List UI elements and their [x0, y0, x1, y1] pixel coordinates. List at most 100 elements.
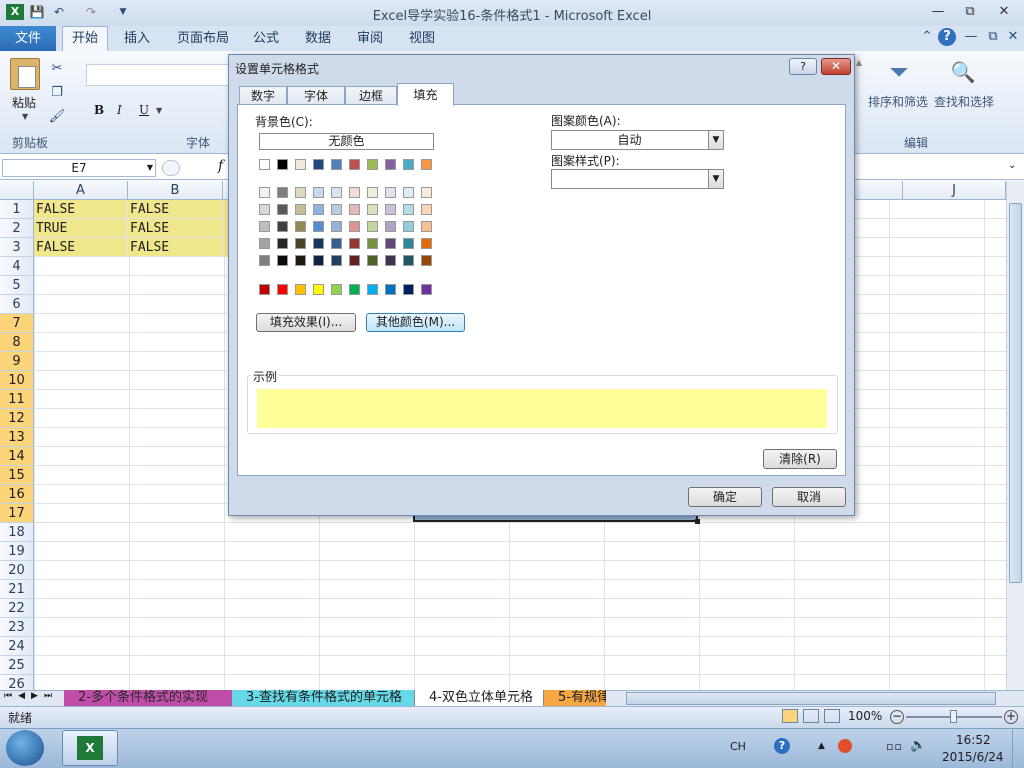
- find-select-icon[interactable]: 🔍: [948, 58, 978, 86]
- color-swatch[interactable]: [385, 204, 396, 215]
- ribbon-close-icon[interactable]: ✕: [1004, 28, 1022, 46]
- format-painter-icon[interactable]: 🖌: [48, 108, 66, 126]
- color-swatch[interactable]: [367, 238, 378, 249]
- color-swatch[interactable]: [385, 221, 396, 232]
- row-header-7[interactable]: 7: [0, 314, 34, 333]
- color-swatch[interactable]: [259, 255, 270, 266]
- sheet-tab-2[interactable]: 2-多个条件格式的实现: [64, 690, 232, 706]
- color-swatch[interactable]: [349, 204, 360, 215]
- font-name-combo[interactable]: [86, 64, 236, 86]
- more-colors-button[interactable]: 其他颜色(M)...: [366, 313, 465, 332]
- windows-start-icon[interactable]: [6, 730, 44, 766]
- color-swatch[interactable]: [367, 187, 378, 198]
- color-swatch[interactable]: [277, 204, 288, 215]
- color-swatch[interactable]: [421, 159, 432, 170]
- row-header-16[interactable]: 16: [0, 485, 34, 504]
- select-all-corner[interactable]: [0, 181, 34, 200]
- color-swatch[interactable]: [403, 204, 414, 215]
- row-header-23[interactable]: 23: [0, 618, 34, 637]
- cut-icon[interactable]: ✂: [48, 60, 66, 78]
- row-header-14[interactable]: 14: [0, 447, 34, 466]
- name-box-dropdown-icon[interactable]: ▼: [147, 160, 153, 176]
- color-swatch[interactable]: [349, 284, 360, 295]
- color-swatch[interactable]: [295, 159, 306, 170]
- bold-button[interactable]: B: [94, 103, 104, 117]
- clock-time[interactable]: 16:52: [956, 733, 991, 747]
- zoom-slider-thumb[interactable]: [950, 710, 957, 723]
- clear-button[interactable]: 清除(R): [763, 449, 837, 469]
- formula-bar-splitter[interactable]: [162, 160, 180, 176]
- paste-icon[interactable]: [10, 58, 40, 90]
- row-header-19[interactable]: 19: [0, 542, 34, 561]
- color-swatch[interactable]: [313, 238, 324, 249]
- paste-label[interactable]: 粘贴: [12, 94, 36, 111]
- italic-button[interactable]: I: [117, 103, 122, 117]
- sheet-nav-icon[interactable]: ⏮◀▶⏭: [4, 691, 58, 701]
- color-swatch[interactable]: [331, 159, 342, 170]
- selected-range-outline[interactable]: [413, 516, 698, 522]
- chevron-down-icon[interactable]: ▼: [708, 131, 723, 149]
- no-color-button[interactable]: 无颜色: [259, 133, 434, 150]
- save-icon[interactable]: 💾: [28, 4, 46, 20]
- cell-b3[interactable]: FALSE: [128, 238, 223, 257]
- row-header-6[interactable]: 6: [0, 295, 34, 314]
- fill-handle[interactable]: [695, 519, 700, 524]
- page-break-view-icon[interactable]: [824, 709, 840, 723]
- row-header-21[interactable]: 21: [0, 580, 34, 599]
- color-swatch[interactable]: [421, 204, 432, 215]
- horizontal-scrollbar[interactable]: [626, 692, 996, 705]
- color-swatch[interactable]: [277, 238, 288, 249]
- color-swatch[interactable]: [367, 204, 378, 215]
- row-header-12[interactable]: 12: [0, 409, 34, 428]
- chevron-down-icon[interactable]: ▼: [708, 170, 723, 188]
- tab-review[interactable]: 审阅: [357, 30, 383, 48]
- ribbon-restore-icon[interactable]: ⧉: [984, 28, 1002, 46]
- row-header-18[interactable]: 18: [0, 523, 34, 542]
- sheet-tab-3[interactable]: 3-查找有条件格式的单元格: [232, 690, 414, 706]
- color-swatch[interactable]: [313, 255, 324, 266]
- tab-page-layout[interactable]: 页面布局: [177, 30, 229, 48]
- color-swatch[interactable]: [367, 221, 378, 232]
- fill-effects-button[interactable]: 填充效果(I)...: [256, 313, 356, 332]
- color-swatch[interactable]: [403, 159, 414, 170]
- dialog-help-button[interactable]: ?: [789, 58, 817, 75]
- row-header-13[interactable]: 13: [0, 428, 34, 447]
- color-swatch[interactable]: [367, 255, 378, 266]
- color-swatch[interactable]: [403, 187, 414, 198]
- sort-filter-label[interactable]: 排序和筛选: [868, 93, 928, 110]
- color-swatch[interactable]: [403, 238, 414, 249]
- row-header-5[interactable]: 5: [0, 276, 34, 295]
- ok-button[interactable]: 确定: [688, 487, 762, 507]
- pattern-style-dropdown[interactable]: ▼: [551, 169, 724, 189]
- color-swatch[interactable]: [313, 221, 324, 232]
- row-header-22[interactable]: 22: [0, 599, 34, 618]
- color-swatch[interactable]: [259, 204, 270, 215]
- tab-formulas[interactable]: 公式: [253, 30, 279, 48]
- color-swatch[interactable]: [277, 255, 288, 266]
- show-desktop-button[interactable]: [1012, 730, 1024, 768]
- ribbon-minimize-icon[interactable]: —: [962, 28, 980, 46]
- name-box[interactable]: E7 ▼: [2, 159, 156, 177]
- underline-dropdown-icon[interactable]: ▼: [156, 106, 162, 115]
- insert-function-icon[interactable]: f: [218, 158, 223, 174]
- color-swatch[interactable]: [313, 284, 324, 295]
- zoom-in-icon[interactable]: +: [1004, 710, 1018, 724]
- row-header-3[interactable]: 3: [0, 238, 34, 257]
- close-icon[interactable]: ✕: [992, 3, 1016, 21]
- row-header-15[interactable]: 15: [0, 466, 34, 485]
- color-swatch[interactable]: [313, 187, 324, 198]
- color-swatch[interactable]: [385, 187, 396, 198]
- cell-b2[interactable]: FALSE: [128, 219, 223, 238]
- copy-icon[interactable]: ❐: [48, 84, 66, 102]
- redo-icon[interactable]: ↷: [82, 4, 100, 20]
- tray-app-icon[interactable]: [838, 739, 852, 753]
- ime-help-icon[interactable]: ?: [774, 738, 790, 754]
- color-swatch[interactable]: [277, 187, 288, 198]
- row-header-4[interactable]: 4: [0, 257, 34, 276]
- color-swatch[interactable]: [259, 159, 270, 170]
- color-swatch[interactable]: [385, 255, 396, 266]
- excel-app-icon[interactable]: X: [6, 4, 24, 20]
- color-swatch[interactable]: [313, 159, 324, 170]
- color-swatch[interactable]: [349, 159, 360, 170]
- tab-insert[interactable]: 插入: [124, 30, 150, 48]
